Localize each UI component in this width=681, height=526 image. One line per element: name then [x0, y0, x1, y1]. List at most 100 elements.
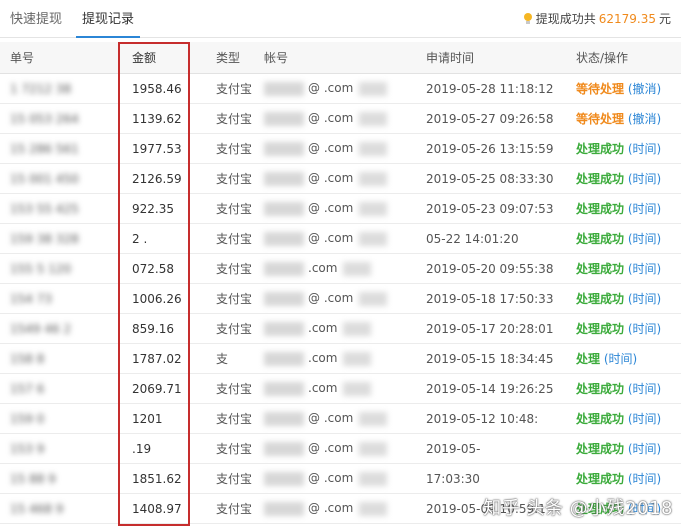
status-badge: 等待处理 — [576, 82, 625, 96]
row-account: .com — [264, 321, 422, 336]
row-account: @ .com — [264, 171, 422, 186]
status-badge: 处理成功 — [576, 322, 625, 336]
status-badge: 处理成功 — [576, 382, 625, 396]
account-mask — [264, 411, 304, 426]
row-action-link[interactable]: (时间) — [628, 382, 661, 396]
account-mask — [264, 441, 304, 456]
row-id: 1 7212 38 — [10, 81, 72, 96]
status-badge: 处理成功 — [576, 142, 625, 156]
row-account: .com — [264, 261, 422, 276]
table-row: 15 88 9 1851.62 支付宝 @ .com 17:03:30 处理成功… — [0, 464, 681, 494]
account-mask — [359, 111, 388, 126]
table-row: 159 0 1201 支付宝 @ .com 2019-05-12 10:48: … — [0, 404, 681, 434]
row-action-link[interactable]: (时间) — [628, 442, 661, 456]
row-id: 159 38 328 — [10, 231, 79, 246]
row-account: @ .com — [264, 441, 422, 456]
row-status: 处理成功 (时间) — [572, 380, 681, 397]
tab-withdraw-records[interactable]: 提现记录 — [72, 8, 144, 38]
account-mask — [359, 501, 388, 516]
row-amount: 922.35 — [132, 201, 174, 216]
header-type: 类型 — [216, 51, 241, 65]
row-amount: 1977.53 — [132, 141, 182, 156]
header-id: 单号 — [10, 51, 35, 65]
row-id: 159 0 — [10, 411, 45, 426]
row-id: 157 6 — [10, 381, 45, 396]
row-type: 支付宝 — [216, 232, 253, 246]
row-type: 支付宝 — [216, 502, 253, 516]
row-amount: 1006.26 — [132, 291, 182, 306]
summary-unit: 元 — [658, 12, 671, 26]
row-time: 2019-05-17 20:28:01 — [426, 321, 554, 336]
row-account: @ .com — [264, 471, 422, 486]
tab-bar: 快速提现 提现记录 提现成功共 62179.35 元 — [0, 0, 681, 38]
row-action-link[interactable]: (时间) — [604, 352, 637, 366]
account-mask — [359, 291, 388, 306]
row-amount: 2 . — [132, 231, 148, 246]
row-id: 15 001 450 — [10, 171, 79, 186]
account-mask — [359, 201, 388, 216]
status-badge: 处理成功 — [576, 202, 625, 216]
row-action-link[interactable]: (时间) — [628, 412, 661, 426]
table-row: 15 001 450 2126.59 支付宝 @ .com 2019-05-25… — [0, 164, 681, 194]
row-time: 2019-05-12 10:48: — [426, 411, 539, 426]
row-type: 支付宝 — [216, 292, 253, 306]
account-mask — [343, 351, 372, 366]
row-action-link[interactable]: (撤消) — [628, 112, 661, 126]
account-mask — [264, 141, 304, 156]
account-mask — [264, 231, 304, 246]
row-account: .com — [264, 351, 422, 366]
row-time: 2019-05-27 09:26:58 — [426, 111, 554, 126]
table-row: 155 5 120 072.58 支付宝 .com 2019-05-20 09:… — [0, 254, 681, 284]
account-mask — [264, 501, 304, 516]
account-mask — [359, 441, 388, 456]
row-amount: .19 — [132, 441, 152, 456]
row-id: 153 9 — [10, 441, 45, 456]
account-mask — [264, 291, 304, 306]
account-mask — [264, 471, 304, 486]
row-type: 支付宝 — [216, 112, 253, 126]
row-amount: 2069.71 — [132, 381, 182, 396]
row-id: 155 5 120 — [10, 261, 72, 276]
table-row: 1 7212 38 1958.46 支付宝 @ .com 2019-05-28 … — [0, 74, 681, 104]
row-action-link[interactable]: (时间) — [628, 292, 661, 306]
row-status: 处理成功 (时间) — [572, 320, 681, 337]
account-mask — [264, 201, 304, 216]
account-mask — [359, 171, 388, 186]
row-action-link[interactable]: (时间) — [628, 472, 661, 486]
row-id: 15 88 9 — [10, 471, 56, 486]
table-row: 1549 46 2 859.16 支付宝 .com 2019-05-17 20:… — [0, 314, 681, 344]
row-action-link[interactable]: (时间) — [628, 202, 661, 216]
row-account: @ .com — [264, 231, 422, 246]
tab-quick-withdraw[interactable]: 快速提现 — [0, 8, 72, 37]
row-amount: 1201 — [132, 411, 163, 426]
row-status: 处理成功 (时间) — [572, 410, 681, 427]
row-type: 支付宝 — [216, 442, 253, 456]
summary-amount: 62179.35 — [598, 11, 656, 26]
row-action-link[interactable]: (撤消) — [628, 82, 661, 96]
row-status: 处理成功 (时间) — [572, 170, 681, 187]
status-badge: 处理成功 — [576, 262, 625, 276]
account-mask — [264, 261, 304, 276]
row-action-link[interactable]: (时间) — [628, 142, 661, 156]
status-badge: 处理成功 — [576, 292, 625, 306]
account-mask — [264, 321, 304, 336]
row-action-link[interactable]: (时间) — [628, 172, 661, 186]
row-amount: 072.58 — [132, 261, 174, 276]
row-status: 处理成功 (时间) — [572, 200, 681, 217]
row-action-link[interactable]: (时间) — [628, 322, 661, 336]
account-mask — [264, 171, 304, 186]
summary-label: 提现成功共 — [535, 12, 596, 26]
row-action-link[interactable]: (时间) — [628, 262, 661, 276]
withdraw-summary: 提现成功共 62179.35 元 — [523, 10, 671, 27]
row-amount: 1139.62 — [132, 111, 182, 126]
row-id: 1549 46 2 — [10, 321, 72, 336]
row-id: 153 55 425 — [10, 201, 79, 216]
account-mask — [359, 411, 388, 426]
row-status: 处理 (时间) — [572, 350, 681, 367]
account-mask — [264, 351, 304, 366]
row-time: 2019-05-26 13:15:59 — [426, 141, 554, 156]
row-action-link[interactable]: (时间) — [628, 232, 661, 246]
account-mask — [264, 81, 304, 96]
header-status: 状态/操作 — [576, 51, 629, 65]
row-id: 154 73 — [10, 291, 52, 306]
